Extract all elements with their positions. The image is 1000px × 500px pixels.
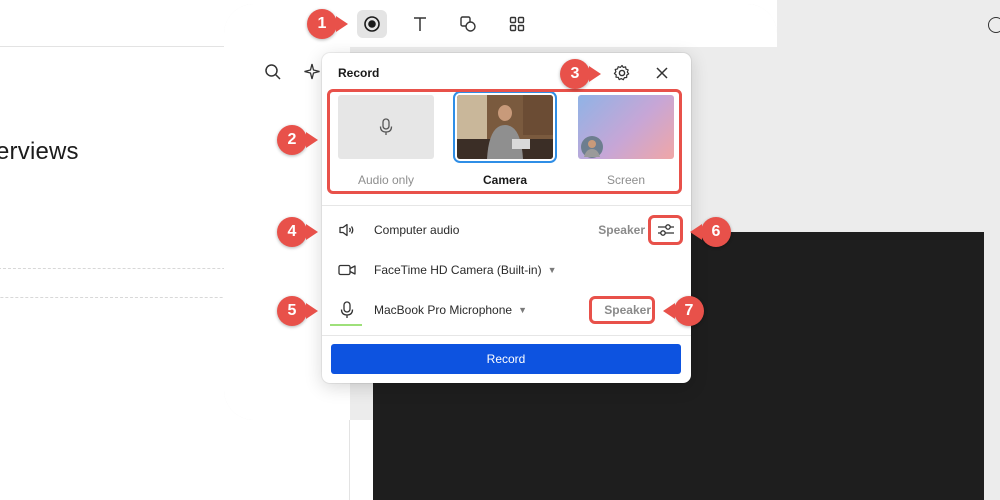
callout-4: 4: [277, 217, 307, 247]
divider: [322, 335, 691, 336]
sparkle-icon[interactable]: [303, 62, 323, 82]
callout-2: 2: [277, 125, 307, 155]
shapes-icon: [460, 16, 476, 32]
microphone-icon: [340, 301, 354, 318]
record-icon: [364, 16, 380, 32]
close-icon[interactable]: [652, 63, 672, 83]
callout-3-arrow: [589, 66, 601, 82]
record-panel-title: Record: [338, 66, 380, 80]
camera-row[interactable]: FaceTime HD Camera (Built-in) ▼: [322, 250, 691, 290]
camera-select-label: FaceTime HD Camera (Built-in): [374, 263, 542, 277]
record-tool-button[interactable]: [357, 10, 387, 38]
highlight-speaker: [589, 296, 655, 324]
speaker-icon: [339, 223, 354, 237]
text-tool-button[interactable]: [405, 10, 435, 38]
microphone-select-label: MacBook Pro Microphone: [374, 303, 513, 317]
callout-5: 5: [277, 296, 307, 326]
callout-7-arrow: [663, 303, 675, 319]
callout-5-arrow: [306, 303, 318, 319]
topbar-divider: [0, 46, 225, 47]
callout-2-arrow: [306, 132, 318, 148]
callout-4-arrow: [306, 224, 318, 240]
highlight-modes: [327, 89, 682, 194]
divider: [322, 205, 691, 206]
vertical-divider: [349, 420, 350, 500]
search-icon[interactable]: [263, 62, 283, 82]
gear-icon[interactable]: [612, 63, 632, 83]
microphone-select[interactable]: MacBook Pro Microphone ▼: [374, 303, 527, 317]
callout-6: 6: [701, 217, 731, 247]
camera-select[interactable]: FaceTime HD Camera (Built-in) ▼: [374, 263, 557, 277]
callout-7: 7: [674, 296, 704, 326]
chevron-down-icon: ▼: [547, 265, 557, 275]
page-heading: erviews: [0, 138, 79, 165]
callout-1-arrow: [336, 16, 348, 32]
callout-1: 1: [307, 9, 337, 39]
computer-audio-output[interactable]: Speaker: [598, 223, 645, 237]
record-button[interactable]: Record: [331, 344, 681, 374]
highlight-sliders: [648, 215, 683, 245]
shapes-tool-button[interactable]: [453, 10, 483, 38]
callout-3: 3: [560, 59, 590, 89]
text-icon: [414, 17, 426, 31]
grid-icon: [509, 16, 525, 32]
mic-level-meter: [330, 324, 362, 326]
computer-audio-label: Computer audio: [374, 223, 460, 237]
grid-tool-button[interactable]: [502, 10, 532, 38]
video-camera-icon: [338, 264, 356, 276]
callout-6-arrow: [690, 224, 702, 240]
chevron-down-icon: ▼: [518, 305, 527, 315]
more-icon[interactable]: [988, 17, 1000, 33]
computer-audio-row[interactable]: Computer audio Speaker: [322, 210, 691, 250]
